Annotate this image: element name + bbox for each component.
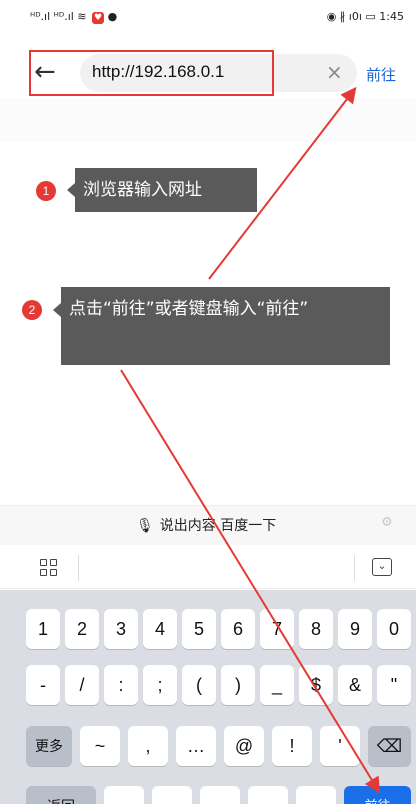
clear-icon[interactable]: × bbox=[326, 60, 343, 84]
collapse-keyboard-icon[interactable]: ⌄ bbox=[372, 558, 392, 576]
status-icons: ◉ ∦ ı0ı ▭ bbox=[326, 10, 376, 23]
key-close-paren[interactable]: ) bbox=[221, 665, 255, 705]
key-dollar[interactable]: $ bbox=[299, 665, 333, 705]
microphone-icon: 🎙 bbox=[136, 518, 154, 534]
grid-menu-icon[interactable] bbox=[40, 559, 58, 577]
key-quote[interactable]: " bbox=[377, 665, 411, 705]
key-exclamation[interactable]: ! bbox=[272, 726, 312, 766]
status-right: ◉ ∦ ı0ı ▭ 1:45 bbox=[327, 10, 404, 23]
signal-icon: ᴴᴰ.ıl ᴴᴰ.ıl ≋ bbox=[30, 10, 87, 23]
voice-hint: 说出内容 百度一下 bbox=[159, 518, 277, 534]
step-badge-2: 2 bbox=[22, 300, 42, 320]
key-open-paren[interactable]: ( bbox=[182, 665, 216, 705]
suggestion-strip bbox=[0, 98, 416, 142]
clock: 1:45 bbox=[379, 10, 404, 23]
key-underscore[interactable]: _ bbox=[260, 665, 294, 705]
key-2[interactable]: 2 bbox=[65, 609, 99, 649]
back-key[interactable]: 返回 bbox=[26, 786, 96, 804]
key-5[interactable]: 5 bbox=[182, 609, 216, 649]
key-1[interactable]: 1 bbox=[26, 609, 60, 649]
toolbar-divider bbox=[354, 555, 355, 581]
callout-step-1-text: 浏览器输入网址 bbox=[83, 180, 202, 200]
more-symbols-key[interactable]: 更多 bbox=[26, 726, 72, 766]
key-row4-c[interactable] bbox=[200, 786, 240, 804]
key-row4-b[interactable] bbox=[152, 786, 192, 804]
chat-icon: ● bbox=[107, 10, 118, 23]
callout-step-2-text: 点击“前往”或者键盘输入“前往” bbox=[69, 299, 309, 319]
key-3[interactable]: 3 bbox=[104, 609, 138, 649]
callout-step-1: 浏览器输入网址 bbox=[67, 168, 257, 212]
voice-input-label[interactable]: 🎙 说出内容 百度一下 bbox=[136, 515, 276, 535]
screen: ᴴᴰ.ıl ᴴᴰ.ıl ≋ ♥ ● ◉ ∦ ı0ı ▭ 1:45 ← http:… bbox=[0, 0, 416, 804]
go-button[interactable]: 前往 bbox=[366, 64, 396, 85]
toolbar-divider bbox=[78, 555, 79, 581]
key-row4-e[interactable] bbox=[296, 786, 336, 804]
key-semicolon[interactable]: ; bbox=[143, 665, 177, 705]
step-badge-1: 1 bbox=[36, 181, 56, 201]
go-key[interactable]: 前往 bbox=[344, 786, 411, 804]
backspace-icon[interactable]: ⌫ bbox=[368, 726, 411, 766]
key-row4-a[interactable] bbox=[104, 786, 144, 804]
key-apostrophe[interactable]: ' bbox=[320, 726, 360, 766]
key-ampersand[interactable]: & bbox=[338, 665, 372, 705]
key-hyphen[interactable]: - bbox=[26, 665, 60, 705]
status-left: ᴴᴰ.ıl ᴴᴰ.ıl ≋ ♥ ● bbox=[30, 10, 117, 24]
app-badge-icon: ♥ bbox=[92, 12, 105, 24]
settings-gear-icon[interactable]: ⚙ bbox=[381, 515, 393, 530]
key-colon[interactable]: : bbox=[104, 665, 138, 705]
key-ellipsis[interactable]: … bbox=[176, 726, 216, 766]
status-bar: ᴴᴰ.ıl ᴴᴰ.ıl ≋ ♥ ● ◉ ∦ ı0ı ▭ 1:45 bbox=[0, 0, 416, 36]
key-9[interactable]: 9 bbox=[338, 609, 372, 649]
key-row4-d[interactable] bbox=[248, 786, 288, 804]
key-7[interactable]: 7 bbox=[260, 609, 294, 649]
key-4[interactable]: 4 bbox=[143, 609, 177, 649]
key-at[interactable]: @ bbox=[224, 726, 264, 766]
key-slash[interactable]: / bbox=[65, 665, 99, 705]
key-6[interactable]: 6 bbox=[221, 609, 255, 649]
callout-step-2: 点击“前往”或者键盘输入“前往” bbox=[53, 287, 390, 365]
key-tilde[interactable]: ~ bbox=[80, 726, 120, 766]
key-comma[interactable]: , bbox=[128, 726, 168, 766]
key-8[interactable]: 8 bbox=[299, 609, 333, 649]
url-highlight-box bbox=[29, 50, 274, 96]
key-0[interactable]: 0 bbox=[377, 609, 411, 649]
